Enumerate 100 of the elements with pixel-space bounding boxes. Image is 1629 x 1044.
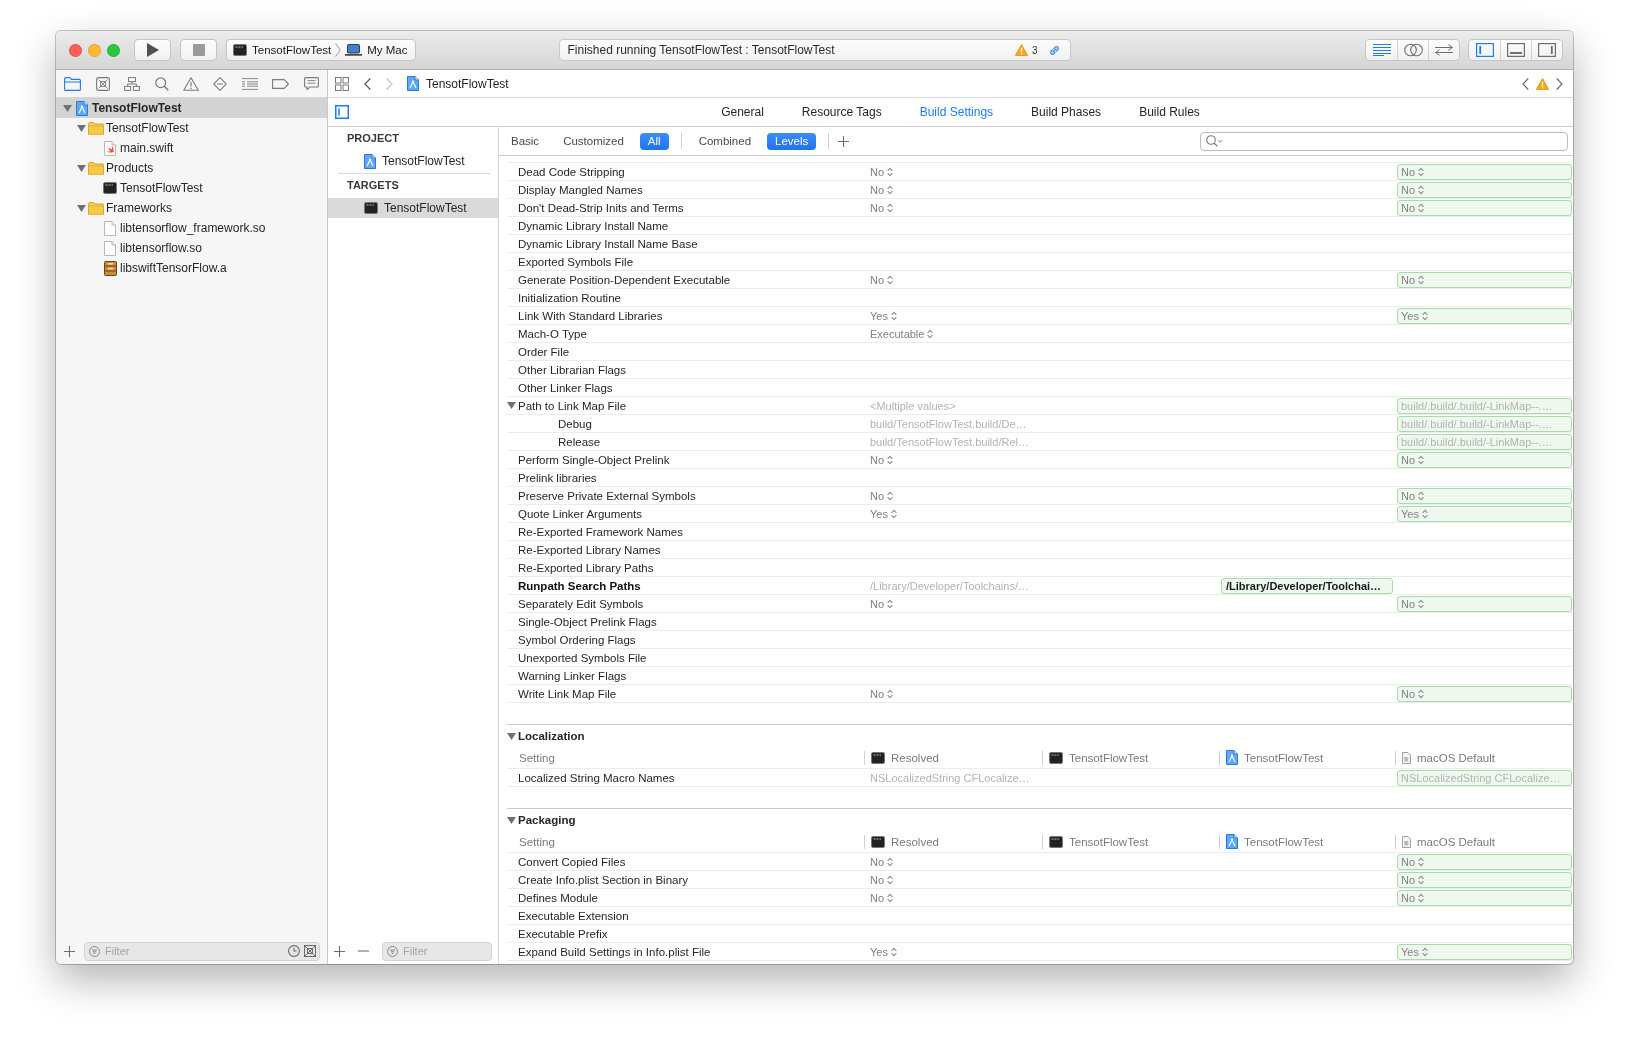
value-field[interactable]: No <box>1397 487 1572 504</box>
folder-icon[interactable] <box>64 76 82 91</box>
jump-bar-item[interactable]: TensotFlowTest <box>407 76 509 91</box>
filter-icon <box>89 945 100 957</box>
setting-name: Quote Linker Arguments <box>518 507 642 520</box>
filter-field[interactable]: Filter <box>382 941 492 961</box>
add-button[interactable] <box>334 945 345 957</box>
tree-item[interactable]: libswiftTensorFlow.a <box>56 258 327 278</box>
value-field[interactable]: No <box>1397 199 1572 216</box>
value-field[interactable]: Yes <box>1397 505 1572 522</box>
resolved-value: build/TensotFlowTest.build/De… <box>870 417 1027 430</box>
value-field[interactable]: /Library/Developer/Toolchai… <box>1221 577 1393 594</box>
chevron-right-icon <box>335 43 342 57</box>
scope-button[interactable]: All <box>639 132 669 150</box>
target-list-item[interactable]: TensotFlowTest <box>328 198 498 218</box>
tab[interactable]: Build Phases <box>1012 105 1121 119</box>
tag-icon[interactable] <box>272 78 290 89</box>
disclosure-triangle-icon[interactable] <box>76 164 86 172</box>
destination-button[interactable]: My Mac <box>345 44 408 56</box>
plus-icon <box>64 945 75 957</box>
diamond-icon[interactable] <box>213 76 228 91</box>
scope-button[interactable]: Customized <box>555 132 632 150</box>
document-icon <box>1402 835 1411 848</box>
value-field[interactable]: No <box>1397 271 1572 288</box>
disclosure-triangle-icon[interactable] <box>507 732 516 740</box>
tree-item[interactable]: libtensorflow_framework.so <box>56 218 327 238</box>
value-field[interactable]: No <box>1397 451 1572 468</box>
value-field[interactable]: No <box>1397 595 1572 612</box>
up-down-chevron-icon <box>887 598 894 609</box>
up-down-chevron-icon <box>887 454 894 465</box>
column-header: Setting <box>519 835 555 848</box>
add-button[interactable] <box>64 945 75 957</box>
x-square-icon[interactable] <box>304 945 316 957</box>
chevron-left-icon[interactable] <box>364 77 371 90</box>
search-icon[interactable] <box>154 76 169 91</box>
value-field[interactable]: No <box>1397 889 1572 906</box>
run-button[interactable] <box>134 39 171 61</box>
search-field[interactable] <box>1200 131 1568 151</box>
setting-name: Warning Linker Flags <box>518 669 627 682</box>
x-square-icon[interactable] <box>95 76 110 91</box>
tab[interactable]: Build Settings <box>900 105 1013 119</box>
disclosure-triangle-icon[interactable] <box>507 402 516 409</box>
tree-item[interactable]: main.swift <box>56 138 327 158</box>
disclosure-triangle-icon[interactable] <box>507 816 516 824</box>
value-field[interactable]: No <box>1397 853 1572 870</box>
tab[interactable]: Build Rules <box>1120 105 1219 119</box>
add-button[interactable] <box>838 135 850 147</box>
terminal-icon <box>364 202 378 214</box>
grid-icon[interactable] <box>335 76 349 91</box>
zoom-button[interactable] <box>107 43 120 57</box>
value-field[interactable]: No <box>1397 685 1572 702</box>
resolved-value: No <box>870 165 885 178</box>
setting-name: Re-Exported Framework Names <box>518 525 683 538</box>
setting-name: Perform Single-Object Prelink <box>518 453 670 466</box>
up-down-chevron-icon <box>1418 892 1425 903</box>
disclosure-triangle-icon[interactable] <box>76 204 86 212</box>
tree-item[interactable]: Products <box>56 158 327 178</box>
link-icon[interactable] <box>1048 44 1060 56</box>
column-header: macOS Default <box>1417 835 1495 848</box>
tree-item[interactable]: TensotFlowTest <box>56 98 327 118</box>
close-button[interactable] <box>69 43 82 57</box>
sidebar-icon[interactable] <box>335 105 349 119</box>
section-title: Packaging <box>518 814 576 826</box>
target-list-item[interactable]: TensotFlowTest <box>328 151 498 171</box>
section-title: Localization <box>518 730 585 742</box>
tab[interactable]: General <box>702 105 783 119</box>
clock-icon[interactable] <box>288 945 300 957</box>
tree-item[interactable]: TensotFlowTest <box>56 118 327 138</box>
value-field[interactable]: No <box>1397 871 1572 888</box>
chevron-left-icon[interactable] <box>1522 77 1529 90</box>
view-button[interactable]: Combined <box>690 132 760 150</box>
hierarchy-icon[interactable] <box>124 76 141 91</box>
search-icon[interactable] <box>1206 135 1223 147</box>
warning-icon[interactable] <box>182 76 199 91</box>
speech-bubble-icon[interactable] <box>303 77 319 90</box>
tree-item[interactable]: libtensorflow.so <box>56 238 327 258</box>
warning-icon[interactable] <box>1014 44 1028 56</box>
tree-item[interactable]: TensotFlowTest <box>56 178 327 198</box>
value-field[interactable]: Yes <box>1397 307 1572 324</box>
value-field[interactable]: No <box>1397 163 1572 180</box>
value-field[interactable]: Yes <box>1397 943 1572 960</box>
scope-button[interactable]: Basic <box>503 132 548 150</box>
tree-item[interactable]: Frameworks <box>56 198 327 218</box>
value-field[interactable]: No <box>1397 181 1572 198</box>
up-down-chevron-icon <box>1421 508 1428 519</box>
stop-button[interactable] <box>180 39 217 61</box>
filter-field[interactable]: Filter <box>84 941 320 961</box>
disclosure-triangle-icon[interactable] <box>76 124 86 132</box>
disclosure-triangle-icon[interactable] <box>62 104 72 112</box>
up-down-chevron-icon <box>1418 874 1425 885</box>
up-down-chevron-icon <box>887 274 894 285</box>
chevron-right-icon[interactable] <box>1556 77 1563 90</box>
scheme-button[interactable]: TensotFlowTest <box>233 44 332 56</box>
tab[interactable]: Resource Tags <box>782 105 901 119</box>
warning-icon[interactable] <box>1536 77 1549 90</box>
list-icon[interactable] <box>241 77 258 90</box>
view-button[interactable]: Levels <box>767 132 817 150</box>
column-header: Resolved <box>891 751 939 764</box>
resolved-value: build/TensotFlowTest.build/Rel… <box>870 435 1029 448</box>
resolved-value: Executable <box>870 327 925 340</box>
